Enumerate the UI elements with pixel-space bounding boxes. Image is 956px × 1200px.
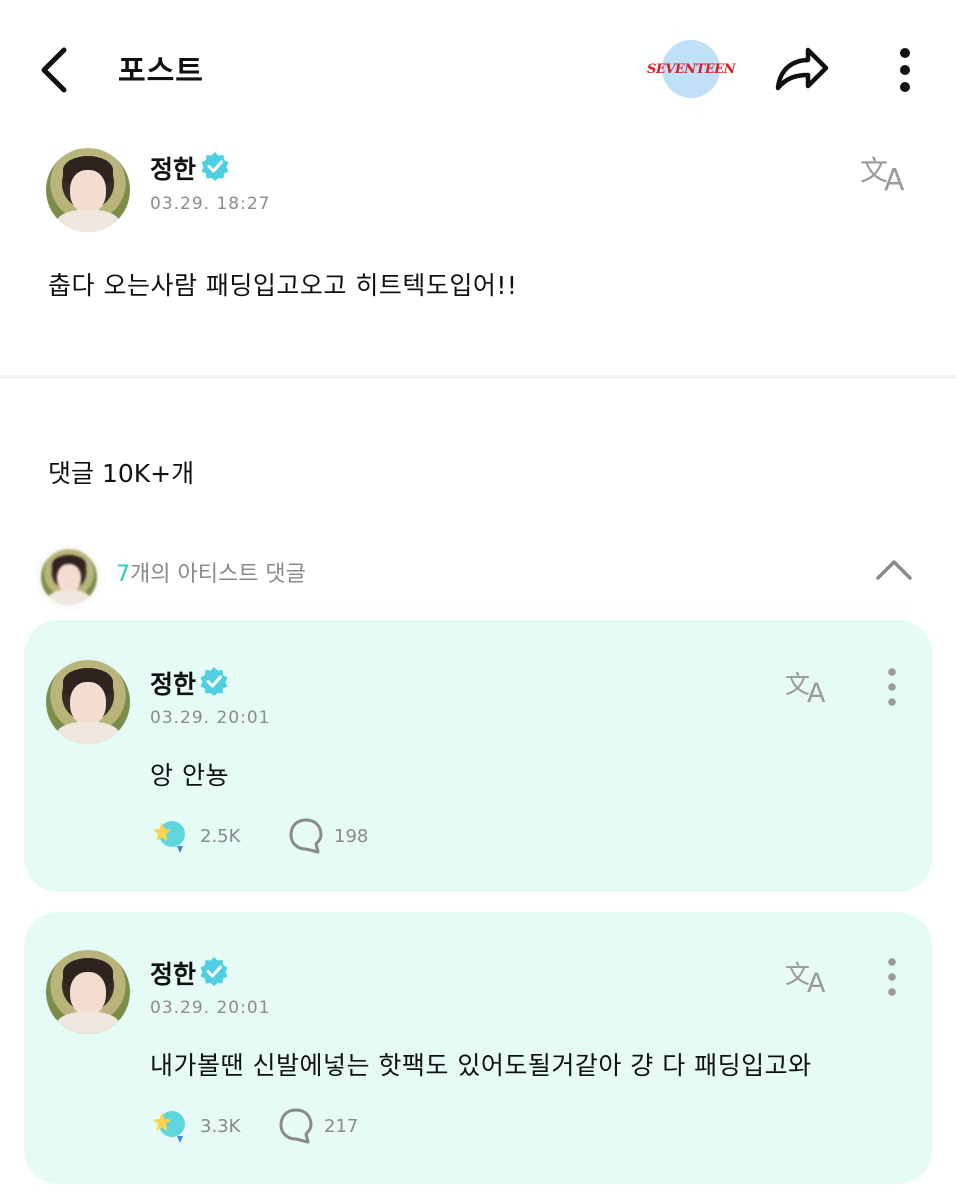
- reply-button[interactable]: 217: [278, 1106, 358, 1146]
- more-options-button[interactable]: [890, 44, 920, 96]
- svg-text:A: A: [884, 163, 905, 194]
- comment-more-button[interactable]: [882, 665, 902, 709]
- like-count: 2.5K: [200, 825, 241, 847]
- verified-badge-icon: [200, 667, 228, 696]
- artist-comments-label: 7개의 아티스트 댓글: [116, 556, 306, 588]
- like-button[interactable]: 2.5K: [150, 816, 240, 856]
- comment-text: 내가볼땐 신발에넣는 핫팩도 있어도될거같아 걍 다 패딩입고와: [150, 1051, 812, 1080]
- comment-bubble-icon: [279, 1108, 313, 1144]
- translate-button[interactable]: 文 A: [784, 666, 834, 709]
- translate-button[interactable]: 文 A: [858, 150, 914, 198]
- like-button[interactable]: 3.3K: [150, 1106, 240, 1146]
- svg-text:A: A: [807, 678, 826, 706]
- translate-icon: 文 A: [860, 154, 905, 198]
- sparkle-like-icon: [153, 1111, 185, 1143]
- commenter-avatar[interactable]: [46, 950, 130, 1034]
- verified-badge-icon: [200, 957, 228, 986]
- like-count: 3.3K: [200, 1115, 241, 1137]
- comment-count-label: 댓글 10K+개: [48, 459, 195, 488]
- more-vertical-icon: [900, 48, 910, 92]
- page-title: 포스트: [118, 54, 204, 89]
- post-timestamp: 03.29. 18:27: [150, 194, 271, 214]
- translate-button[interactable]: 文 A: [784, 956, 834, 999]
- post-body-text: 춥다 오는사람 패딩입고오고 히트텍도입어!!: [48, 271, 518, 300]
- comment-timestamp: 03.29. 20:01: [150, 998, 271, 1018]
- translate-icon: 文 A: [785, 960, 826, 999]
- reply-count: 198: [334, 825, 369, 847]
- community-logo-text: SEVENTEEN: [646, 61, 736, 77]
- author-avatar[interactable]: [46, 148, 130, 232]
- comment-text: 앙 안뇽: [150, 761, 229, 790]
- reply-count: 217: [324, 1115, 359, 1137]
- commenter-name[interactable]: 정한: [150, 955, 196, 991]
- chevron-left-icon: [41, 47, 67, 93]
- commenter-name[interactable]: 정한: [150, 665, 196, 701]
- author-name-text: 정한: [150, 155, 197, 184]
- more-vertical-icon: [888, 668, 896, 706]
- section-divider: [0, 375, 956, 379]
- share-arrow-icon: [775, 47, 829, 91]
- verified-badge-icon: [201, 152, 229, 181]
- comment-bubble-icon: [289, 818, 323, 854]
- artist-comments-count: 7: [116, 562, 130, 587]
- comment-timestamp: 03.29. 20:01: [150, 708, 271, 728]
- chevron-up-icon: [876, 560, 912, 580]
- translate-icon: 文 A: [785, 670, 826, 709]
- artist-avatar: [38, 546, 100, 608]
- collapse-button[interactable]: [872, 550, 916, 586]
- share-button[interactable]: [772, 44, 832, 96]
- comment-more-button[interactable]: [882, 955, 902, 999]
- more-vertical-icon: [888, 958, 896, 996]
- reply-button[interactable]: 198: [288, 816, 368, 856]
- post-author-name[interactable]: 정한: [150, 150, 196, 186]
- community-logo-button[interactable]: SEVENTEEN: [647, 40, 736, 98]
- svg-text:A: A: [807, 968, 826, 996]
- back-button[interactable]: [36, 44, 76, 96]
- commenter-avatar[interactable]: [46, 660, 130, 744]
- sparkle-like-icon: [153, 821, 185, 853]
- artist-comments-suffix: 개의 아티스트 댓글: [130, 562, 306, 587]
